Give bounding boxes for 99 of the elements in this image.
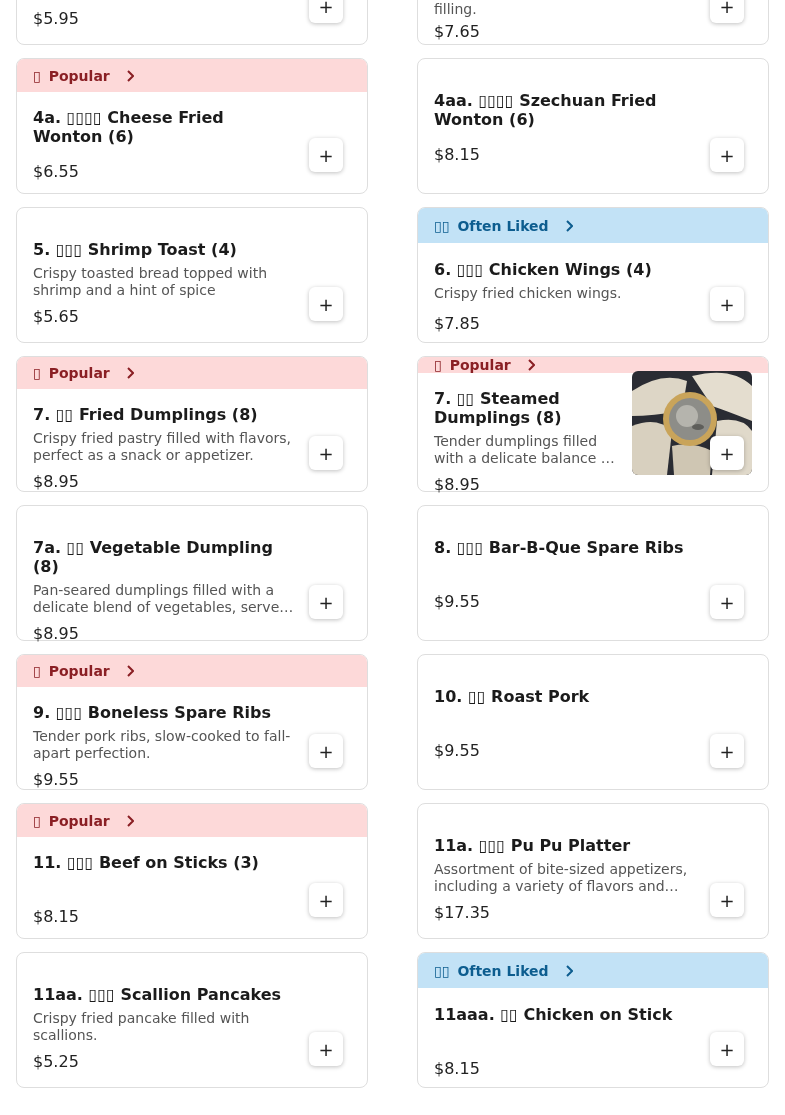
item-description: Crispy toasted bread topped with shrimp and a hint of spice: [33, 265, 269, 299]
menu-item-card[interactable]: ▯▯ Often Liked 11aaa. ▯▯ Chicken on Stick $8.15 +: [417, 952, 769, 1088]
menu-item-card[interactable]: 8. ▯▯▯ Bar-B-Que Spare Ribs $9.55 +: [417, 505, 769, 641]
item-name: 10. ▯▯ Roast Pork: [434, 687, 591, 706]
item-name: 4a. ▯▯▯▯ Cheese Fried Wonton (6): [33, 108, 225, 146]
chevron-right-icon: [564, 219, 573, 232]
menu-item-card[interactable]: 4aa. ▯▯▯▯ Szechuan Fried Wonton (6) $8.15 +: [417, 58, 769, 194]
tag-label: Popular: [48, 67, 110, 84]
add-button[interactable]: +: [309, 0, 343, 23]
chevron-right-icon: [526, 359, 535, 371]
menu-item-card[interactable]: 5. ▯▯▯ Shrimp Toast (4) Crispy toasted bread topped with shrimp and a hint of spice $5.65 +: [16, 207, 368, 343]
tag-label: Often Liked: [457, 217, 549, 234]
tag-icon: ▯▯: [434, 217, 450, 234]
item-name: 7. ▯▯ Steamed Dumplings (8): [434, 389, 563, 427]
add-button[interactable]: +: [309, 287, 343, 321]
item-price: $5.95: [33, 9, 80, 28]
item-description: filling.: [434, 1, 478, 18]
item-price: $17.35: [434, 903, 491, 922]
item-description: Tender pork ribs, slow-cooked to fall-apart perfection.: [33, 728, 292, 762]
item-name: 4aa. ▯▯▯▯ Szechuan Fried Wonton (6): [434, 91, 658, 129]
item-name: 6. ▯▯▯ Chicken Wings (4): [434, 260, 653, 279]
item-price: $9.55: [434, 592, 481, 611]
tag-banner[interactable]: ▯ Popular: [17, 357, 367, 389]
tag-label: Popular: [48, 663, 110, 679]
tag-icon: ▯▯: [434, 962, 450, 979]
add-button[interactable]: +: [309, 1032, 343, 1066]
add-button[interactable]: +: [309, 883, 343, 917]
menu-item-card[interactable]: ▯ Popular 9. ▯▯▯ Boneless Spare Ribs Tender pork ribs, slow-cooked to fall-apart perfection. $9.55 +: [16, 654, 368, 790]
item-name: 7a. ▯▯ Vegetable Dumpling (8): [33, 538, 274, 576]
add-button[interactable]: +: [309, 585, 343, 619]
menu-item-card[interactable]: 11a. ▯▯▯ Pu Pu Platter Assortment of bite-sized appetizers, including a variety of flavors and… $17.35 +: [417, 803, 769, 939]
item-name: 11. ▯▯▯ Beef on Sticks (3): [33, 853, 260, 872]
tag-banner[interactable]: ▯▯ Often Liked: [418, 953, 768, 988]
tag-icon: ▯: [33, 67, 41, 84]
item-description: Crispy fried pancake filled with scallions.: [33, 1010, 251, 1044]
item-name: 11a. ▯▯▯ Pu Pu Platter: [434, 836, 632, 855]
item-description: Crispy fried chicken wings.: [434, 285, 623, 302]
menu-item-card[interactable]: filling. $7.65 +: [417, 0, 769, 45]
tag-icon: ▯: [33, 663, 41, 679]
item-description: Assortment of bite-sized appetizers, including a variety of flavors and…: [434, 861, 689, 895]
menu-item-card[interactable]: ▯ Popular 7. ▯▯ Fried Dumplings (8) Crispy fried pastry filled with flavors, perfect as a snack or appetizer. $8.95 +: [16, 356, 368, 492]
add-button[interactable]: +: [710, 883, 744, 917]
item-price: $6.55: [33, 162, 80, 181]
tag-icon: ▯: [33, 365, 41, 381]
item-description: Pan-seared dumplings filled with a delicate blend of vegetables, serve…: [33, 582, 295, 616]
chevron-right-icon: [125, 69, 134, 82]
tag-banner[interactable]: ▯▯ Often Liked: [418, 208, 768, 243]
item-price: $5.65: [33, 307, 80, 326]
item-price: $8.15: [434, 145, 481, 164]
menu-item-card[interactable]: 11aa. ▯▯▯ Scallion Pancakes Crispy fried pancake filled with scallions. $5.25 +: [16, 952, 368, 1088]
add-button[interactable]: +: [710, 436, 744, 470]
menu-item-card[interactable]: ▯▯ Often Liked 6. ▯▯▯ Chicken Wings (4) Crispy fried chicken wings. $7.85 +: [417, 207, 769, 343]
item-name: 8. ▯▯▯ Bar-B-Que Spare Ribs: [434, 538, 685, 557]
add-button[interactable]: +: [309, 734, 343, 768]
item-name: 5. ▯▯▯ Shrimp Toast (4): [33, 240, 238, 259]
tag-banner[interactable]: ▯ Popular: [418, 357, 768, 373]
tag-label: Popular: [48, 365, 110, 381]
chevron-right-icon: [125, 367, 134, 379]
item-description: Tender dumplings filled with a delicate balance …: [434, 433, 616, 467]
chevron-right-icon: [125, 814, 134, 827]
item-price: $5.25: [33, 1052, 80, 1071]
tag-banner[interactable]: ▯ Popular: [17, 655, 367, 687]
item-description: Crispy fried pastry filled with flavors, perfect as a snack or appetizer.: [33, 430, 293, 464]
tag-label: Popular: [449, 357, 511, 373]
menu-item-card[interactable]: $5.95 +: [16, 0, 368, 45]
item-name: 9. ▯▯▯ Boneless Spare Ribs: [33, 703, 272, 722]
item-price: $8.95: [434, 475, 481, 494]
item-price: $7.65: [434, 22, 481, 41]
menu-item-card[interactable]: 7a. ▯▯ Vegetable Dumpling (8) Pan-seared dumplings filled with a delicate blend of vegetables, serve… $8.95 +: [16, 505, 368, 641]
tag-label: Popular: [48, 812, 110, 829]
item-name: 7. ▯▯ Fried Dumplings (8): [33, 405, 259, 424]
item-price: $7.85: [434, 314, 481, 333]
chevron-right-icon: [564, 964, 573, 977]
tag-icon: ▯: [434, 357, 442, 373]
item-price: $9.55: [434, 741, 481, 760]
add-button[interactable]: +: [710, 1032, 744, 1066]
item-name: 11aaa. ▯▯ Chicken on Stick: [434, 1005, 674, 1024]
item-price: $8.95: [33, 472, 80, 491]
menu-item-card[interactable]: ▯ Popular 11. ▯▯▯ Beef on Sticks (3) $8.15 +: [16, 803, 368, 939]
item-name: 11aa. ▯▯▯ Scallion Pancakes: [33, 985, 283, 1004]
tag-banner[interactable]: ▯ Popular: [17, 804, 367, 837]
add-button[interactable]: +: [710, 585, 744, 619]
add-button[interactable]: +: [309, 138, 343, 172]
item-price: $8.15: [434, 1059, 481, 1078]
add-button[interactable]: +: [309, 436, 343, 470]
menu-item-card[interactable]: ▯ Popular 7. ▯▯ Steamed Dumplings (8) Tender dumplings filled with a delicate balance … $8.95 +: [417, 356, 769, 492]
tag-icon: ▯: [33, 812, 41, 829]
tag-label: Often Liked: [457, 962, 549, 979]
chevron-right-icon: [125, 665, 134, 677]
item-price: $9.55: [33, 770, 80, 789]
menu-item-card[interactable]: 10. ▯▯ Roast Pork $9.55 +: [417, 654, 769, 790]
add-button[interactable]: +: [710, 0, 744, 23]
item-price: $8.15: [33, 907, 80, 926]
add-button[interactable]: +: [710, 138, 744, 172]
item-price: $8.95: [33, 624, 80, 643]
add-button[interactable]: +: [710, 734, 744, 768]
menu-item-card[interactable]: ▯ Popular 4a. ▯▯▯▯ Cheese Fried Wonton (6) $6.55 +: [16, 58, 368, 194]
add-button[interactable]: +: [710, 287, 744, 321]
tag-banner[interactable]: ▯ Popular: [17, 59, 367, 92]
